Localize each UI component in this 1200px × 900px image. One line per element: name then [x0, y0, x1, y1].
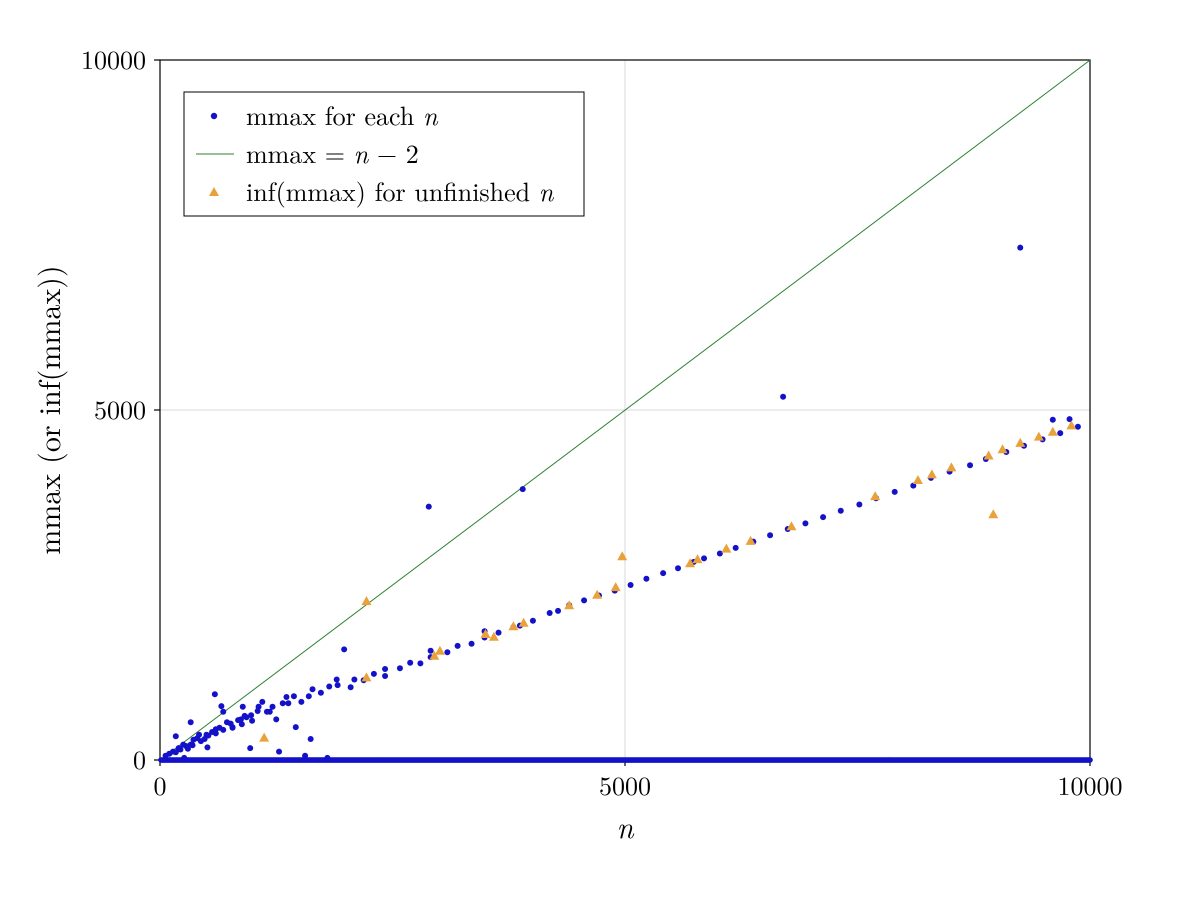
y-axis-label: mmax (or inf(mmax))	[26, 265, 69, 554]
legend-marker-dot	[211, 113, 217, 119]
figure: 0 5000 10000 0 5000 10000 n mmax (or inf…	[0, 0, 1200, 900]
ytick-label-0: 0	[133, 740, 146, 777]
ytick-label-10000: 10000	[81, 40, 146, 77]
legend: mmax for each n mmax = n − 2 inf(mmax) f…	[184, 92, 584, 216]
plot-svg: 0 5000 10000 0 5000 10000 n mmax (or inf…	[0, 0, 1200, 900]
x-axis-label: n	[617, 804, 635, 847]
zero-band-dots	[158, 757, 1093, 763]
legend-label-1: mmax = n − 2	[246, 134, 419, 171]
series-mmax-dots	[163, 245, 1081, 761]
series-inf-mmax-triangles	[259, 420, 1076, 741]
xtick-label-10000: 10000	[1057, 766, 1122, 803]
legend-label-0: mmax for each n	[246, 96, 439, 133]
xtick-label-5000: 5000	[599, 766, 651, 803]
legend-label-2: inf(mmax) for unfinished n	[246, 172, 555, 209]
xtick-label-0: 0	[153, 766, 166, 803]
ytick-label-5000: 5000	[94, 390, 146, 427]
